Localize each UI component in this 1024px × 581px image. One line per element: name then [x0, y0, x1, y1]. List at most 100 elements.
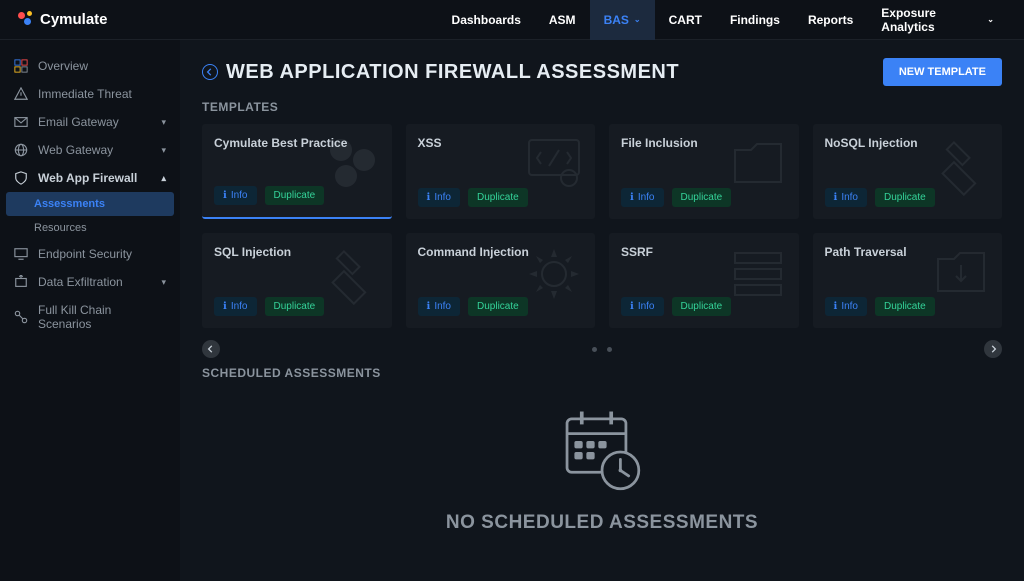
- duplicate-button[interactable]: Duplicate: [672, 188, 732, 207]
- shield-icon: [14, 171, 28, 185]
- duplicate-button[interactable]: Duplicate: [265, 186, 325, 205]
- monitor-icon: [14, 247, 28, 261]
- empty-state-title: NO SCHEDULED ASSESSMENTS: [202, 512, 1002, 534]
- pager-dots: [592, 347, 612, 352]
- template-title: File Inclusion: [621, 136, 787, 150]
- template-card[interactable]: SSRF ℹ Info Duplicate: [609, 233, 799, 328]
- info-icon: ℹ: [630, 301, 634, 312]
- chevron-left-icon: [206, 68, 214, 76]
- duplicate-button[interactable]: Duplicate: [468, 188, 528, 207]
- pager-next[interactable]: [984, 340, 1002, 358]
- chevron-right-icon: [989, 345, 997, 353]
- sidebar-item-label: Web App Firewall: [38, 171, 137, 185]
- template-card[interactable]: Command Injection ℹ Info Duplicate: [406, 233, 596, 328]
- info-button[interactable]: ℹ Info: [214, 186, 257, 205]
- info-icon: ℹ: [427, 192, 431, 203]
- sidebar-item-endpoint-security[interactable]: Endpoint Security: [0, 240, 180, 268]
- info-icon: ℹ: [630, 192, 634, 203]
- topnav-item-cart[interactable]: CART: [655, 0, 716, 44]
- template-card[interactable]: Path Traversal ℹ Info Duplicate: [813, 233, 1003, 328]
- logo-icon: [16, 11, 34, 29]
- template-card[interactable]: Cymulate Best Practice ℹ Info Duplicate: [202, 124, 392, 219]
- pager-dot[interactable]: [592, 347, 597, 352]
- chevron-down-icon: ⌄: [987, 15, 994, 24]
- main-content: WEB APPLICATION FIREWALL ASSESSMENT NEW …: [180, 40, 1024, 581]
- alert-icon: [14, 87, 28, 101]
- brand-name: Cymulate: [40, 11, 108, 28]
- info-icon: ℹ: [223, 190, 227, 201]
- overview-icon: [14, 59, 28, 73]
- sidebar-item-web-app-firewall[interactable]: Web App Firewall ▴: [0, 164, 180, 192]
- exfil-icon: [14, 275, 28, 289]
- sidebar-item-label: Overview: [38, 59, 88, 73]
- template-title: SQL Injection: [214, 245, 380, 259]
- sidebar-sub-assessments[interactable]: Assessments: [6, 192, 174, 216]
- template-title: Cymulate Best Practice: [214, 136, 380, 150]
- duplicate-button[interactable]: Duplicate: [875, 297, 935, 316]
- template-card[interactable]: File Inclusion ℹ Info Duplicate: [609, 124, 799, 219]
- back-button[interactable]: [202, 64, 218, 80]
- calendar-clock-icon: [556, 406, 648, 498]
- new-template-button[interactable]: NEW TEMPLATE: [883, 58, 1002, 86]
- info-button[interactable]: ℹ Info: [825, 297, 868, 316]
- template-card[interactable]: NoSQL Injection ℹ Info Duplicate: [813, 124, 1003, 219]
- caret-up-icon: ▴: [161, 173, 166, 184]
- chain-icon: [14, 310, 28, 324]
- sidebar-item-label: Web Gateway: [38, 143, 113, 157]
- sidebar-item-full-kill-chain-scenarios[interactable]: Full Kill Chain Scenarios: [0, 296, 180, 338]
- template-title: XSS: [418, 136, 584, 150]
- pager: [202, 340, 1002, 358]
- page-header: WEB APPLICATION FIREWALL ASSESSMENT NEW …: [202, 58, 1002, 86]
- topnav-item-reports[interactable]: Reports: [794, 0, 867, 44]
- top-nav: DashboardsASMBAS⌄CARTFindingsReportsExpo…: [438, 0, 1008, 44]
- sidebar-item-immediate-threat[interactable]: Immediate Threat: [0, 80, 180, 108]
- sidebar-item-label: Email Gateway: [38, 115, 119, 129]
- topnav-item-dashboards[interactable]: Dashboards: [438, 0, 535, 44]
- sidebar-item-overview[interactable]: Overview: [0, 52, 180, 80]
- topbar: Cymulate DashboardsASMBAS⌄CARTFindingsRe…: [0, 0, 1024, 40]
- topnav-item-asm[interactable]: ASM: [535, 0, 590, 44]
- info-button[interactable]: ℹ Info: [621, 297, 664, 316]
- template-title: Path Traversal: [825, 245, 991, 259]
- topnav-item-findings[interactable]: Findings: [716, 0, 794, 44]
- template-card[interactable]: XSS ℹ Info Duplicate: [406, 124, 596, 219]
- sidebar-sub-resources[interactable]: Resources: [0, 216, 180, 240]
- caret-down-icon: ▾: [161, 145, 166, 156]
- topnav-item-bas[interactable]: BAS⌄: [590, 0, 655, 44]
- caret-down-icon: ▾: [161, 277, 166, 288]
- info-icon: ℹ: [834, 301, 838, 312]
- pager-prev[interactable]: [202, 340, 220, 358]
- info-button[interactable]: ℹ Info: [214, 297, 257, 316]
- chevron-down-icon: ⌄: [634, 15, 641, 24]
- duplicate-button[interactable]: Duplicate: [265, 297, 325, 316]
- templates-grid: Cymulate Best Practice ℹ Info Duplicate …: [202, 124, 1002, 328]
- topnav-item-exposure-analytics[interactable]: Exposure Analytics⌄: [867, 0, 1008, 44]
- sidebar-item-web-gateway[interactable]: Web Gateway ▾: [0, 136, 180, 164]
- sidebar: OverviewImmediate ThreatEmail Gateway▾We…: [0, 40, 180, 581]
- duplicate-button[interactable]: Duplicate: [468, 297, 528, 316]
- duplicate-button[interactable]: Duplicate: [672, 297, 732, 316]
- templates-label: TEMPLATES: [202, 100, 1002, 114]
- info-button[interactable]: ℹ Info: [825, 188, 868, 207]
- chevron-left-icon: [207, 345, 215, 353]
- scheduled-label: SCHEDULED ASSESSMENTS: [202, 366, 1002, 380]
- duplicate-button[interactable]: Duplicate: [875, 188, 935, 207]
- globe-icon: [14, 143, 28, 157]
- sidebar-item-label: Full Kill Chain Scenarios: [38, 303, 166, 331]
- mail-icon: [14, 115, 28, 129]
- info-icon: ℹ: [427, 301, 431, 312]
- info-button[interactable]: ℹ Info: [418, 188, 461, 207]
- sidebar-item-label: Data Exfiltration: [38, 275, 123, 289]
- pager-dot[interactable]: [607, 347, 612, 352]
- info-button[interactable]: ℹ Info: [418, 297, 461, 316]
- sidebar-item-data-exfiltration[interactable]: Data Exfiltration ▾: [0, 268, 180, 296]
- sidebar-item-email-gateway[interactable]: Email Gateway▾: [0, 108, 180, 136]
- template-title: NoSQL Injection: [825, 136, 991, 150]
- sidebar-item-label: Immediate Threat: [38, 87, 132, 101]
- template-card[interactable]: SQL Injection ℹ Info Duplicate: [202, 233, 392, 328]
- template-title: Command Injection: [418, 245, 584, 259]
- info-icon: ℹ: [223, 301, 227, 312]
- info-button[interactable]: ℹ Info: [621, 188, 664, 207]
- template-title: SSRF: [621, 245, 787, 259]
- brand-logo[interactable]: Cymulate: [16, 11, 108, 29]
